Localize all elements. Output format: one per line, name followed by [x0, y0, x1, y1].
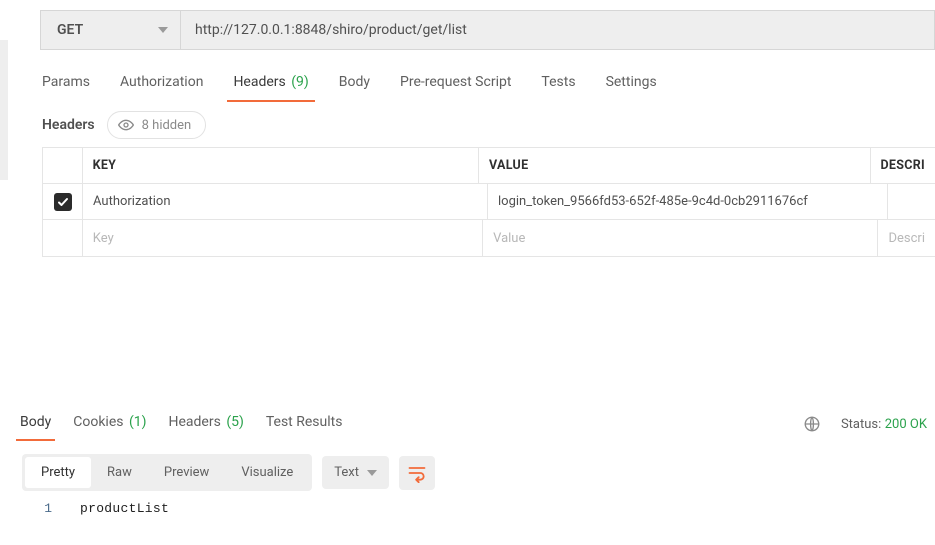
- status-container: Status: 200 OK: [841, 416, 927, 432]
- table-row: Authorization login_token_9566fd53-652f-…: [43, 184, 935, 220]
- resp-tab-headers[interactable]: Headers (5): [169, 408, 244, 440]
- new-key-input[interactable]: Key: [83, 220, 483, 256]
- status-value: 200 OK: [885, 417, 927, 432]
- response-toolbar: Pretty Raw Preview Visualize Text: [22, 454, 935, 491]
- view-pretty[interactable]: Pretty: [25, 457, 91, 488]
- chevron-down-icon: [158, 27, 168, 33]
- hidden-headers-toggle[interactable]: 8 hidden: [107, 111, 207, 139]
- header-key-cell[interactable]: Authorization: [83, 184, 488, 219]
- new-row-checkbox-cell: [43, 220, 83, 256]
- col-key: KEY: [83, 148, 479, 183]
- hidden-headers-label: 8 hidden: [142, 118, 192, 133]
- resp-tab-body[interactable]: Body: [20, 408, 51, 440]
- tab-body[interactable]: Body: [339, 68, 370, 101]
- view-raw[interactable]: Raw: [91, 457, 148, 488]
- globe-icon[interactable]: [803, 415, 821, 433]
- response-body: 1 productList: [22, 501, 935, 516]
- header-key: Authorization: [93, 194, 171, 209]
- content-type-select[interactable]: Text: [322, 456, 389, 489]
- view-preview[interactable]: Preview: [148, 457, 225, 488]
- response-line[interactable]: productList: [62, 501, 169, 516]
- header-value: login_token_9566fd53-652f-485e-9c4d-0cb2…: [498, 194, 808, 209]
- tab-authorization[interactable]: Authorization: [120, 68, 203, 101]
- row-checkbox[interactable]: [54, 193, 72, 211]
- header-value-cell[interactable]: login_token_9566fd53-652f-485e-9c4d-0cb2…: [488, 184, 888, 219]
- resp-tab-cookies[interactable]: Cookies (1): [73, 408, 146, 440]
- wrap-lines-button[interactable]: [399, 456, 435, 490]
- content-type-label: Text: [334, 465, 359, 480]
- resp-tab-headers-count: (5): [226, 414, 244, 430]
- col-value: VALUE: [479, 148, 871, 183]
- resp-tab-test-results[interactable]: Test Results: [266, 408, 343, 440]
- url-text: http://127.0.0.1:8848/shiro/product/get/…: [195, 22, 467, 38]
- http-method-select[interactable]: GET: [41, 11, 181, 49]
- headers-title: Headers: [42, 117, 95, 133]
- view-mode-group: Pretty Raw Preview Visualize: [22, 454, 312, 491]
- tab-headers[interactable]: Headers (9): [233, 68, 308, 101]
- left-gutter: [0, 40, 8, 180]
- view-visualize[interactable]: Visualize: [225, 457, 309, 488]
- url-input[interactable]: http://127.0.0.1:8848/shiro/product/get/…: [181, 11, 934, 49]
- resp-tab-cookies-count: (1): [129, 414, 147, 430]
- status-label: Status:: [841, 417, 881, 432]
- col-description: DESCRI: [871, 148, 935, 183]
- header-desc-cell[interactable]: [888, 184, 935, 219]
- line-number: 1: [22, 501, 62, 516]
- eye-icon: [118, 117, 134, 133]
- table-header-row: KEY VALUE DESCRI: [43, 148, 935, 184]
- tab-headers-count: (9): [291, 74, 309, 90]
- request-tabs: Params Authorization Headers (9) Body Pr…: [42, 68, 935, 101]
- url-bar: GET http://127.0.0.1:8848/shiro/product/…: [40, 10, 935, 50]
- row-checkbox-cell: [43, 184, 83, 219]
- request-panel: GET http://127.0.0.1:8848/shiro/product/…: [20, 10, 935, 257]
- headers-table: KEY VALUE DESCRI Authorization login_tok…: [42, 147, 935, 257]
- response-tabs: Body Cookies (1) Headers (5) Test Result…: [20, 408, 935, 440]
- col-checkbox: [43, 148, 83, 183]
- resp-tab-headers-label: Headers: [169, 414, 221, 430]
- tab-tests[interactable]: Tests: [541, 68, 575, 101]
- table-row-new: Key Value Descri: [43, 220, 935, 256]
- http-method-label: GET: [57, 22, 83, 38]
- chevron-down-icon: [367, 470, 377, 476]
- response-meta: Status: 200 OK: [803, 415, 935, 433]
- new-desc-input[interactable]: Descri: [878, 220, 935, 256]
- headers-toolbar: Headers 8 hidden: [42, 111, 935, 139]
- new-value-input[interactable]: Value: [483, 220, 878, 256]
- tab-headers-label: Headers: [233, 74, 285, 90]
- tab-settings[interactable]: Settings: [606, 68, 657, 101]
- response-panel: Body Cookies (1) Headers (5) Test Result…: [20, 408, 935, 516]
- resp-tab-cookies-label: Cookies: [73, 414, 123, 430]
- tab-params[interactable]: Params: [42, 68, 90, 101]
- tab-prerequest[interactable]: Pre-request Script: [400, 68, 511, 101]
